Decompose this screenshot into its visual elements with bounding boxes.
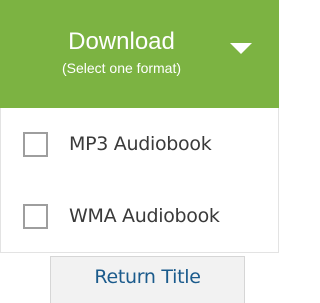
download-button[interactable]: Download (Select one format) — [0, 0, 279, 108]
mp3-label: MP3 Audiobook — [69, 133, 212, 155]
wma-label: WMA Audiobook — [69, 205, 220, 227]
mp3-checkbox[interactable] — [23, 132, 48, 157]
caret-down-icon[interactable] — [230, 43, 252, 54]
return-title-button[interactable]: Return Title — [50, 256, 245, 303]
format-menu: MP3 Audiobook WMA Audiobook — [0, 108, 279, 253]
download-label: Download — [68, 28, 175, 55]
wma-checkbox[interactable] — [23, 204, 48, 229]
format-option-mp3[interactable]: MP3 Audiobook — [1, 118, 278, 172]
download-sublabel: (Select one format) — [61, 60, 182, 76]
return-title-label: Return Title — [94, 266, 201, 288]
format-option-wma[interactable]: WMA Audiobook — [1, 190, 278, 244]
